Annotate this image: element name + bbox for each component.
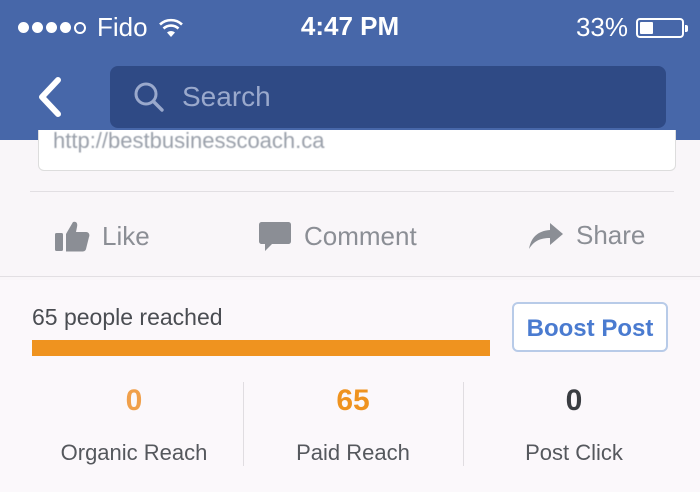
stat-value: 0 [125, 384, 143, 417]
like-button[interactable]: Like [54, 220, 150, 252]
chevron-left-icon [39, 77, 61, 117]
battery-icon [636, 17, 688, 38]
stat-post-click: 0 Post Click [464, 384, 684, 466]
reach-bar [32, 340, 490, 356]
stat-label: Post Click [525, 440, 623, 465]
stat-organic-reach: 0 Organic Reach [24, 384, 244, 466]
stat-paid-reach: 65 Paid Reach [243, 384, 463, 466]
stat-label: Paid Reach [296, 440, 410, 465]
like-label: Like [102, 220, 150, 251]
stat-label: Organic Reach [60, 440, 208, 465]
divider [0, 276, 700, 277]
divider [30, 191, 674, 192]
boost-post-button[interactable]: Boost Post [512, 302, 668, 352]
search-icon [134, 82, 164, 112]
share-button[interactable]: Share [528, 220, 645, 251]
status-bar: Fido 4:47 PM 33% [0, 0, 700, 56]
share-arrow-icon [529, 222, 563, 249]
battery-fill [640, 21, 653, 34]
battery-tip [685, 24, 688, 32]
boost-section: 65 people reached Boost Post 0 Organic R… [0, 280, 700, 492]
stat-value: 0 [565, 384, 583, 417]
comment-label: Comment [304, 220, 417, 251]
share-label: Share [576, 220, 646, 250]
comment-button[interactable]: Comment [258, 220, 417, 252]
search-box[interactable] [110, 66, 666, 128]
action-bar: Like Comment Share [0, 200, 700, 274]
comment-icon [259, 222, 291, 251]
post-card-bottom: http://bestbusinesscoach.ca [38, 130, 676, 171]
thumbs-up-icon [55, 221, 90, 252]
reach-bar-fill [32, 340, 490, 356]
stat-value: 65 [336, 384, 370, 417]
nav-bar [0, 56, 700, 140]
battery-percent: 33% [575, 12, 628, 42]
people-reached-text: 65 people reached [32, 304, 223, 330]
back-button[interactable] [30, 74, 70, 120]
search-input[interactable] [180, 80, 644, 114]
status-right: 33% [575, 12, 688, 43]
post-link[interactable]: http://bestbusinesscoach.ca [53, 130, 325, 154]
